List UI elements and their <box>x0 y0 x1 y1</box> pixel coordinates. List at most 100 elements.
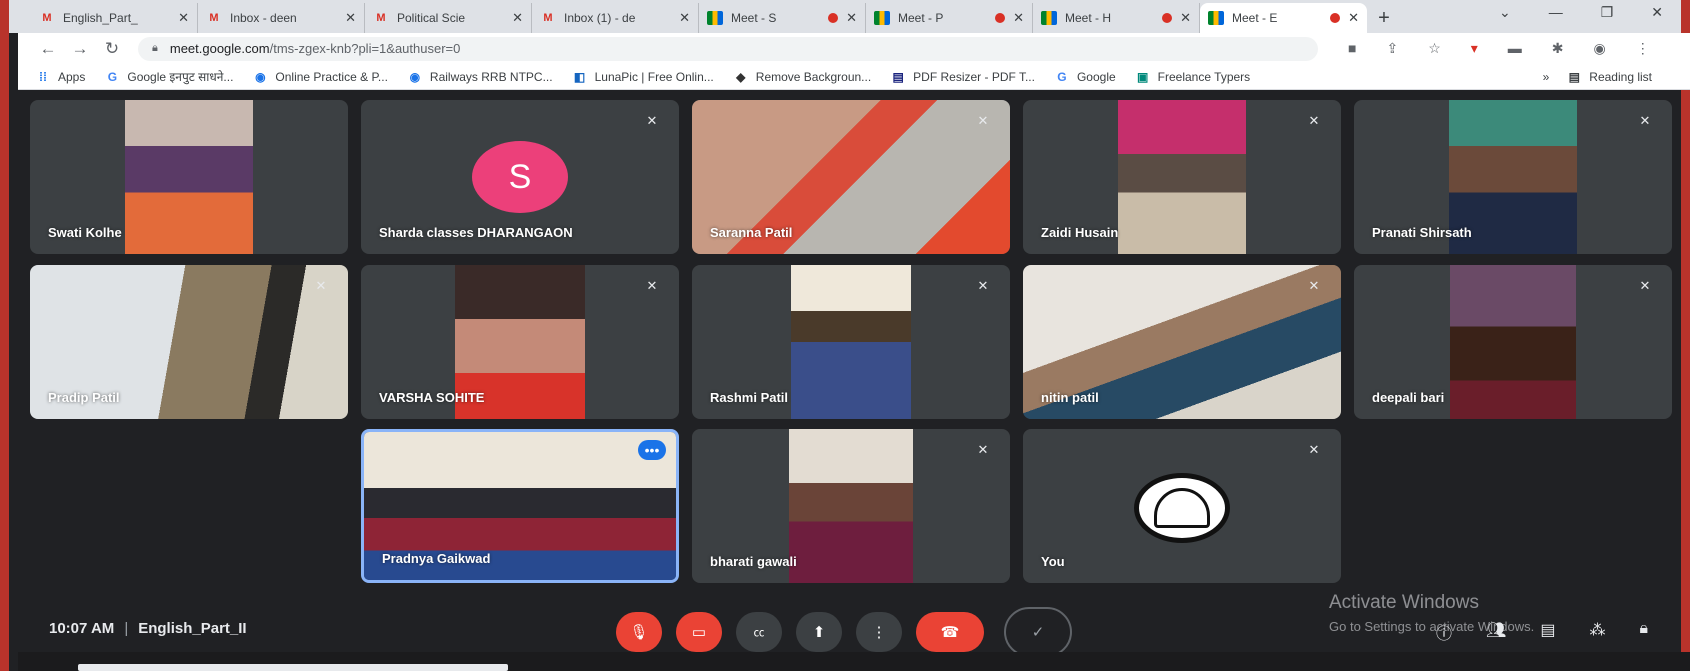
profile-icon[interactable]: ◉ <box>1594 40 1606 57</box>
captions-button[interactable]: ㏄ <box>736 612 782 652</box>
bookmark-item[interactable]: ▤ PDF Resizer - PDF T... <box>891 70 1035 84</box>
gmail-icon: M <box>209 12 219 24</box>
participant-tile[interactable]: ✕ Zaidi Husain <box>1023 100 1341 254</box>
participant-tile[interactable]: ✕ deepali bari <box>1354 265 1672 419</box>
bookmark-label: Google इनपुट साधने... <box>127 70 234 84</box>
close-icon[interactable]: ✕ <box>846 10 857 26</box>
mic-off-button[interactable]: 🎙︎ <box>616 612 662 652</box>
browser-tab[interactable]: Meet - P ✕ <box>866 3 1033 33</box>
pdf-icon: ▤ <box>892 69 904 84</box>
reload-icon[interactable]: ↻ <box>96 39 128 59</box>
participant-tile[interactable]: ✕ Pradip Patil <box>30 265 348 419</box>
close-icon[interactable]: ✕ <box>679 10 690 26</box>
globe-icon: ◉ <box>409 69 421 84</box>
share-icon[interactable]: ⇪ <box>1386 40 1398 57</box>
minimize-icon[interactable]: — <box>1549 4 1563 21</box>
tab-search-icon[interactable]: ⌄ <box>1499 4 1511 21</box>
bookmark-item[interactable]: ▣ Freelance Typers <box>1136 70 1250 84</box>
bookmark-item[interactable]: G Google इनपुट साधने... <box>105 68 234 85</box>
browser-tab[interactable]: M Inbox (1) - de ✕ <box>532 3 699 33</box>
bookmark-label: Railways RRB NTPC... <box>429 69 553 84</box>
more-bookmarks-icon[interactable]: » <box>1543 70 1550 84</box>
participant-tile[interactable]: ✕ VARSHA SOHITE <box>361 265 679 419</box>
recording-dot-icon <box>828 13 839 23</box>
globe-icon: ◉ <box>255 69 266 84</box>
gmail-icon: M <box>543 12 553 24</box>
close-icon[interactable]: ✕ <box>1348 10 1359 26</box>
google-icon: G <box>107 69 118 84</box>
more-options-button[interactable]: ⋮ <box>856 612 902 652</box>
taskbar-item[interactable] <box>78 664 508 671</box>
bookmark-item[interactable]: G Google <box>1055 69 1115 84</box>
bookmarks-bar: ⁞⁞ Apps G Google इनपुट साधने... ◉ Online Pr… <box>18 64 1690 90</box>
participant-tile-speaking[interactable]: ••• Pradnya Gaikwad <box>361 429 679 583</box>
browser-tab[interactable]: M English_Part_ ✕ <box>31 3 198 33</box>
window-controls: ⌄ — ❐ ✕ <box>1499 4 1663 21</box>
back-icon[interactable]: ← <box>32 39 64 59</box>
google-icon: G <box>1057 69 1067 84</box>
close-icon[interactable]: ✕ <box>178 10 189 26</box>
meet-icon <box>874 11 890 25</box>
extension-icon[interactable]: ▬ <box>1508 40 1522 57</box>
call-controls: 🎙︎ ▭ ㏄ ⬆ ⋮ ☎︎ ✓ <box>616 607 1072 657</box>
browser-tab[interactable]: Meet - S ✕ <box>699 3 866 33</box>
mic-muted-icon: ✕ <box>1308 113 1320 128</box>
browser-tab[interactable]: M Political Scie ✕ <box>365 3 532 33</box>
present-button[interactable]: ⬆ <box>796 612 842 652</box>
people-icon[interactable]: 👥︎ <box>1486 620 1506 644</box>
close-window-icon[interactable]: ✕ <box>1651 4 1663 21</box>
check-button[interactable]: ✓ <box>1004 607 1072 657</box>
host-controls-icon[interactable]: 🔒︎ <box>1639 620 1648 644</box>
leave-call-button[interactable]: ☎︎ <box>916 612 984 652</box>
participant-tile[interactable]: S ✕ Sharda classes DHARANGAON <box>361 100 679 254</box>
screen-frame: M English_Part_ ✕ M Inbox - deen ✕ M Politica… <box>0 0 1690 671</box>
gmail-icon: M <box>376 12 386 24</box>
participant-tile[interactable]: ✕ nitin patil <box>1023 265 1341 419</box>
close-icon[interactable]: ✕ <box>1180 10 1191 26</box>
more-options-icon[interactable]: ••• <box>638 440 666 460</box>
extensions-puzzle-icon[interactable]: ✱ <box>1552 40 1564 57</box>
browser-tab[interactable]: Meet - H ✕ <box>1033 3 1200 33</box>
bookmark-star-icon[interactable]: ☆ <box>1428 40 1441 57</box>
participant-name: You <box>1041 554 1065 569</box>
participant-tile[interactable]: ✕ Pranati Shirsath <box>1354 100 1672 254</box>
extension-icon[interactable]: ▾ <box>1471 40 1478 57</box>
lunapic-icon: ◧ <box>573 69 586 84</box>
meeting-controls-bar: 10:07 AM | English_Part_II 🎙︎ ▭ ㏄ ⬆ ⋮ ☎︎ ✓… <box>18 604 1690 657</box>
bookmark-item[interactable]: ◧ LunaPic | Free Onlin... <box>573 70 714 84</box>
self-tile[interactable]: ✕ You <box>1023 429 1341 583</box>
forward-icon[interactable]: → <box>64 39 96 59</box>
camera-off-button[interactable]: ▭ <box>676 612 722 652</box>
participant-tile[interactable]: Swati Kolhe <box>30 100 348 254</box>
reading-list-label: Reading list <box>1589 69 1652 84</box>
address-bar[interactable]: 🔒︎ meet.google.com/tms-zgex-knb?pli=1&au… <box>138 36 1318 61</box>
bookmark-label: Apps <box>58 69 86 84</box>
bookmark-item[interactable]: ◆ Remove Backgroun... <box>734 70 871 84</box>
bookmark-item[interactable]: ◉ Railways RRB NTPC... <box>408 70 553 84</box>
activities-icon[interactable]: ⁂ <box>1589 620 1605 644</box>
participant-name: VARSHA SOHITE <box>379 390 485 405</box>
bookmark-apps[interactable]: ⁞⁞ Apps <box>36 70 85 84</box>
menu-icon[interactable]: ⋮ <box>1636 40 1650 57</box>
lock-icon[interactable]: 🔒︎ <box>152 42 158 55</box>
new-tab-button[interactable]: + <box>1367 3 1401 33</box>
close-icon[interactable]: ✕ <box>512 10 523 26</box>
mic-muted-icon: ✕ <box>1639 113 1651 128</box>
browser-tab-active[interactable]: Meet - E ✕ <box>1200 3 1367 33</box>
tab-title: Inbox (1) - de <box>564 11 636 25</box>
participant-tile[interactable]: ✕ bharati gawali <box>692 429 1010 583</box>
participant-name: Pradip Patil <box>48 390 120 405</box>
chat-icon[interactable]: ▤ <box>1540 620 1555 644</box>
participant-tile[interactable]: ✕ Rashmi Patil <box>692 265 1010 419</box>
participant-tile[interactable]: ✕ Saranna Patil <box>692 100 1010 254</box>
reading-list-button[interactable]: ▤ Reading list <box>1567 70 1652 84</box>
meeting-info: 10:07 AM | English_Part_II <box>49 620 247 637</box>
info-icon[interactable]: ⓘ <box>1436 620 1452 644</box>
close-icon[interactable]: ✕ <box>345 10 356 26</box>
restore-icon[interactable]: ❐ <box>1601 4 1614 21</box>
close-icon[interactable]: ✕ <box>1013 10 1024 26</box>
browser-tab[interactable]: M Inbox - deen ✕ <box>198 3 365 33</box>
participant-video <box>125 100 253 254</box>
camera-in-use-icon[interactable]: ■ <box>1348 40 1356 57</box>
bookmark-item[interactable]: ◉ Online Practice & P... <box>253 70 388 84</box>
